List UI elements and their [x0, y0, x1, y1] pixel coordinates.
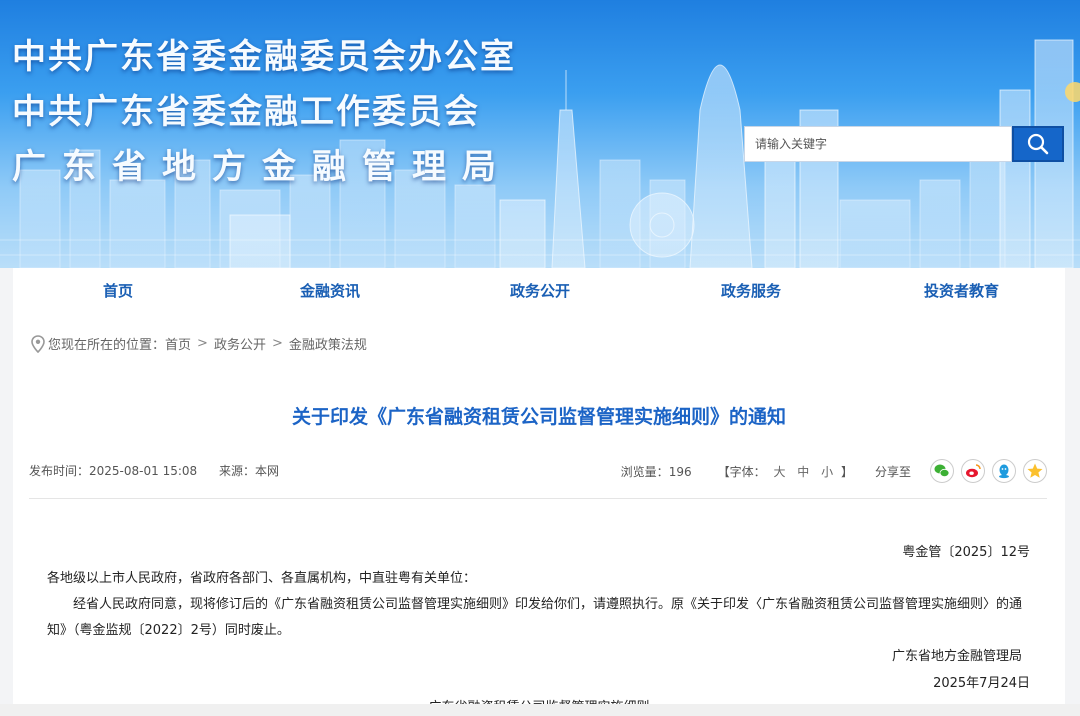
article-meta: 发布时间：2025-08-01 15:08 来源：本网 浏览量：196 【字体：… — [29, 459, 1047, 483]
font-label-close: 】 — [840, 464, 853, 479]
publish-time: 2025-08-01 15:08 — [89, 464, 198, 478]
font-size-large[interactable]: 大 — [773, 465, 785, 479]
article-title: 关于印发《广东省融资租赁公司监督管理实施细则》的通知 — [291, 406, 786, 428]
publish-label: 发布时间： — [29, 464, 90, 478]
header-banner: 中共广东省委金融委员会办公室 中共广东省委金融工作委员会 广东省地方金融管理局 — [0, 0, 1080, 268]
agency-title-2: 中共广东省委金融工作委员会 — [12, 92, 480, 132]
wechat-icon[interactable] — [930, 459, 954, 483]
document-number: 粤金管〔2025〕12号 — [902, 545, 1030, 560]
agency-titles: 中共广东省委金融委员会办公室 中共广东省委金融工作委员会 广东省地方金融管理局 — [12, 30, 516, 195]
breadcrumb-separator: > — [271, 336, 283, 351]
search-icon — [1027, 133, 1049, 155]
signature: 广东省地方金融管理局 — [891, 649, 1022, 664]
font-size-medium[interactable]: 中 — [797, 465, 809, 479]
nav-item-financial-news[interactable]: 金融资讯 — [300, 280, 360, 301]
search-box — [744, 126, 1064, 162]
views-label: 浏览量： — [620, 464, 669, 479]
main-nav: 首页 金融资讯 政务公开 政务服务 投资者教育 — [13, 268, 1065, 312]
body-paragraph: 经省人民政府同意，现将修订后的《广东省融资租赁公司监督管理实施细则》印发给你们，… — [47, 597, 1023, 638]
nav-item-government-affairs[interactable]: 政务公开 — [510, 280, 570, 301]
search-button[interactable] — [1012, 126, 1064, 162]
font-size-switcher: 【字体： 大 中 小 】 — [718, 463, 853, 480]
breadcrumb-home[interactable]: 首页 — [165, 334, 191, 353]
breadcrumb-prefix: 您现在所在的位置： — [48, 338, 166, 353]
bottom-scroll-strip — [0, 704, 1080, 716]
nav-item-investor-education[interactable]: 投资者教育 — [924, 280, 999, 301]
nav-item-home[interactable]: 首页 — [103, 280, 133, 301]
weibo-icon[interactable] — [961, 459, 985, 483]
issue-date: 2025年7月24日 — [933, 676, 1030, 691]
agency-title-1: 中共广东省委金融委员会办公室 — [12, 37, 516, 77]
addressee: 各地级以上市人民政府，省政府各部门、各直属机构，中直驻粤有关单位： — [47, 571, 477, 586]
qzone-icon[interactable] — [1023, 459, 1047, 483]
font-size-small[interactable]: 小 — [821, 465, 833, 479]
breadcrumb: 您现在所在的位置： 首页 > 政务公开 > 金融政策法规 — [31, 334, 367, 353]
agency-title-3: 广东省地方金融管理局 — [12, 147, 512, 187]
nav-item-government-services[interactable]: 政务服务 — [721, 280, 781, 301]
breadcrumb-separator: > — [197, 336, 208, 351]
source-label: 来源： — [218, 464, 255, 478]
meta-left: 发布时间：2025-08-01 15:08 来源：本网 — [29, 462, 297, 479]
breadcrumb-government-affairs[interactable]: 政务公开 — [214, 334, 266, 353]
location-pin-icon — [31, 334, 45, 353]
content-card: 首页 金融资讯 政务公开 政务服务 投资者教育 您现在所在的位置： 首页 > 政… — [13, 268, 1065, 716]
share-label: 分享至 — [874, 464, 911, 479]
source-value: 本网 — [255, 464, 280, 478]
font-label-open: 【字体： — [717, 464, 766, 479]
view-count: 浏览量：196 — [621, 463, 692, 480]
meta-right: 浏览量：196 【字体： 大 中 小 】 分享至 — [621, 459, 1047, 483]
views-value: 196 — [668, 464, 692, 479]
source-info: 来源：本网 — [219, 464, 279, 478]
publish-info: 发布时间：2025-08-01 15:08 — [29, 464, 197, 478]
meta-divider — [29, 498, 1047, 499]
search-input[interactable] — [744, 126, 1012, 162]
qq-icon[interactable] — [992, 459, 1016, 483]
breadcrumb-policy-regulations[interactable]: 金融政策法规 — [289, 334, 367, 353]
